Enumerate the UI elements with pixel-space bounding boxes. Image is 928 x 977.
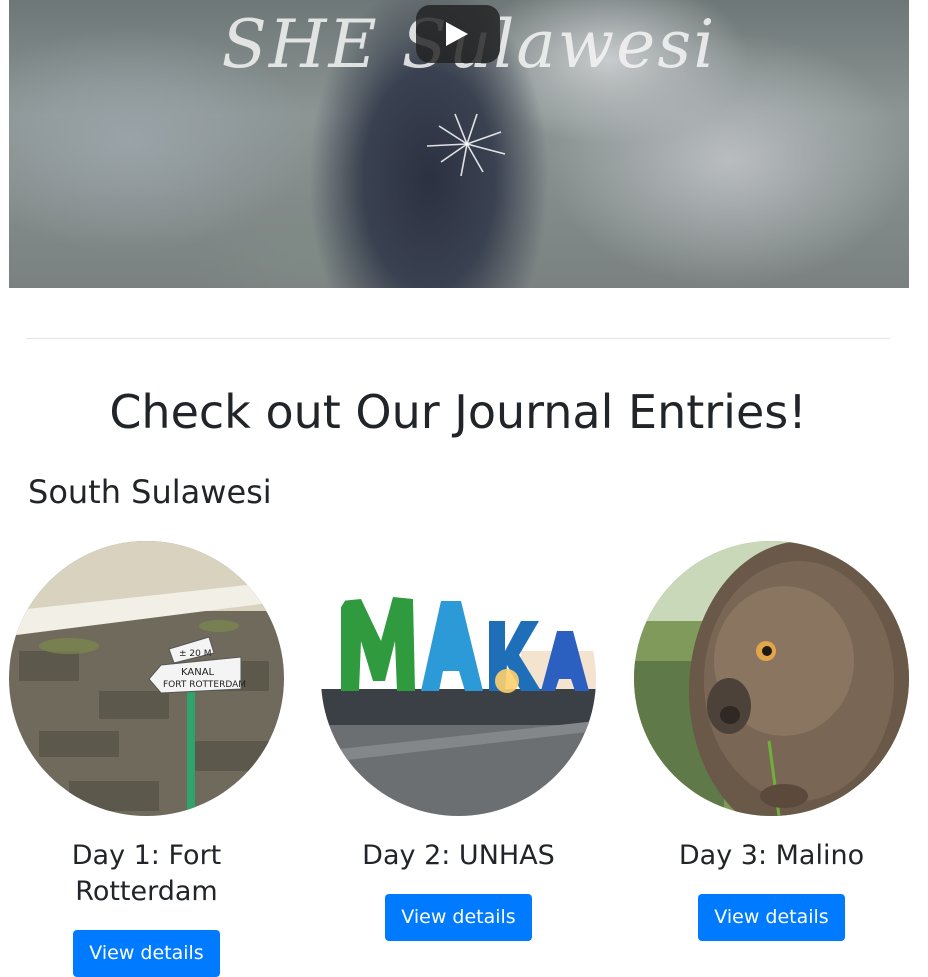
entry-title: Day 1: Fort Rotterdam [71,840,222,907]
view-details-button-day-3[interactable]: View details [698,894,845,941]
play-button[interactable] [416,5,500,63]
journal-card-day-3: Day 3: Malino View details [634,541,909,941]
view-details-button-day-1[interactable]: View details [73,930,220,977]
cuscus-photo [634,541,909,816]
play-icon [446,22,468,46]
starburst-ornament [426,113,506,177]
entry-title: Day 3: Malino [678,840,865,871]
page-heading: Check out Our Journal Entries! [109,385,807,439]
section-divider [26,338,890,339]
sign-line-2: FORT ROTTERDAM [163,680,246,690]
journal-card-day-1: ± 20 M KANAL FORT ROTTERDAM Day 1: Fort … [9,541,284,977]
sign-distance: ± 20 M [179,649,211,659]
entry-title: Day 2: UNHAS [362,840,555,871]
view-details-button-day-2[interactable]: View details [385,894,532,941]
video-embed[interactable]: SHE Sulawesi [9,0,909,288]
journal-card-day-2: Day 2: UNHAS View details [321,541,596,941]
sign-line-1: KANAL [181,667,215,678]
fort-rotterdam-photo: ± 20 M KANAL FORT ROTTERDAM [9,541,284,816]
unhas-photo [321,541,596,816]
region-heading: South Sulawesi [28,473,272,511]
